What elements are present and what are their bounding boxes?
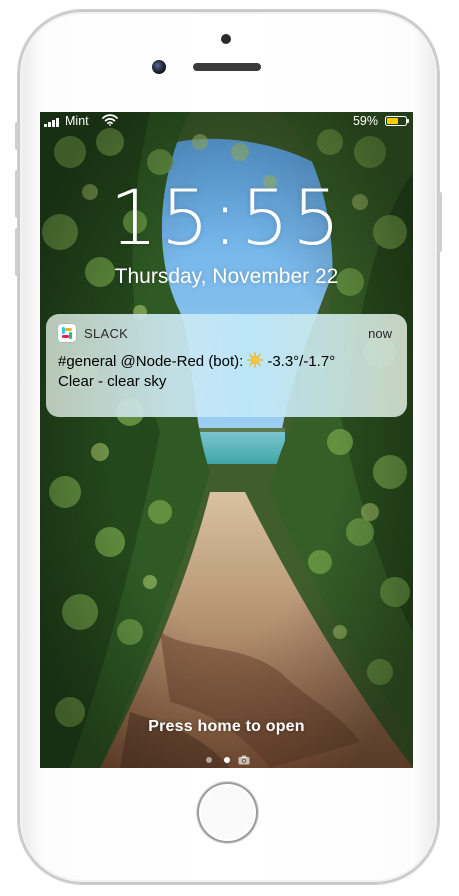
front-camera <box>221 34 231 44</box>
sun-icon <box>247 352 264 368</box>
mute-switch <box>15 122 19 150</box>
page-dot-inactive[interactable] <box>206 757 212 763</box>
earpiece-speaker <box>193 63 261 71</box>
notification-channel-text: #general @Node-Red (bot): <box>58 353 244 370</box>
notification-message: #general @Node-Red (bot): -3.3°/-1.7° Cl… <box>58 352 398 392</box>
page-indicator[interactable] <box>204 754 252 766</box>
battery-percentage: 59% <box>352 114 378 128</box>
proximity-sensor <box>152 60 166 74</box>
page-dot-active[interactable] <box>224 757 230 763</box>
press-home-hint: Press home to open <box>148 718 305 735</box>
lock-screen-time: 15:55 <box>109 173 344 262</box>
battery-level-fill <box>387 118 398 124</box>
lock-screen-date: Thursday, November 22 <box>114 265 339 288</box>
battery-icon <box>385 116 409 126</box>
notification-temperature: -3.3°/-1.7° <box>267 353 336 370</box>
notification-time: now <box>368 326 392 341</box>
wifi-icon <box>102 114 118 126</box>
power-button <box>438 192 442 252</box>
volume-down-button <box>15 228 19 276</box>
slack-icon <box>58 324 76 342</box>
notification-line-1: #general @Node-Red (bot): -3.3°/-1.7° <box>58 352 398 372</box>
notification-line-2: Clear - clear sky <box>58 373 167 390</box>
status-bar: Mint 59% <box>40 112 413 132</box>
notification-app-name: SLACK <box>84 326 129 341</box>
lock-screen: Mint 59% 15:55 Thursday, November 22 SLA… <box>40 112 413 768</box>
home-button[interactable] <box>197 782 258 843</box>
slack-notification[interactable]: SLACK now #general @Node-Red (bot): -3.3… <box>46 314 407 417</box>
volume-up-button <box>15 170 19 218</box>
camera-icon[interactable] <box>238 755 250 765</box>
signal-strength-icon <box>44 117 61 127</box>
notification-header: SLACK now <box>46 314 407 350</box>
carrier-name: Mint <box>65 114 89 128</box>
